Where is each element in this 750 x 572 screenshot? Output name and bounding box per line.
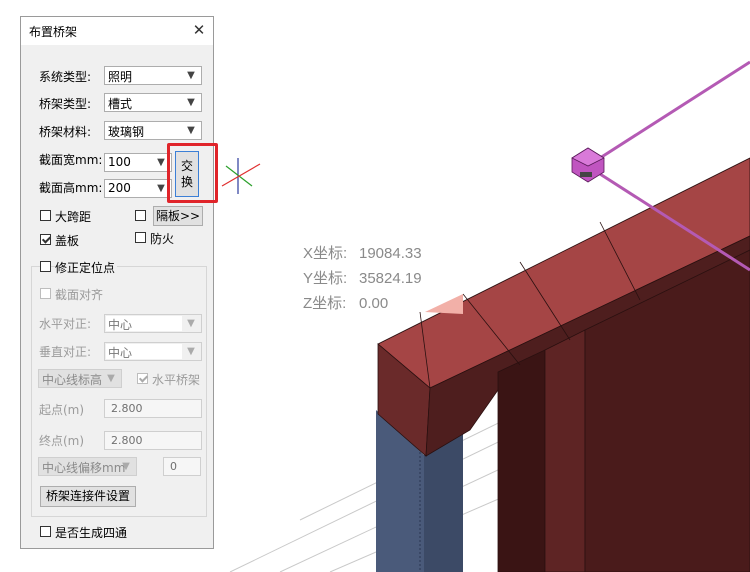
chevron-down-icon: ▼ (122, 461, 130, 472)
cover-label: 盖板 (55, 234, 80, 248)
section-align-checkbox[interactable] (40, 288, 51, 299)
partition-button[interactable]: 隔板>> (153, 206, 203, 226)
section-width-value: 100 (108, 155, 131, 169)
cover-checkbox[interactable] (40, 234, 51, 245)
dialog-title: 布置桥架 (29, 25, 78, 39)
centerline-offset-value: 中心线偏移mm (42, 461, 126, 475)
z-coordinate-value: 0.00 (359, 295, 389, 312)
centerline-offset-input-value: 0 (170, 460, 177, 473)
end-point-value: 2.800 (111, 434, 143, 447)
vertical-align-value: 中心 (108, 346, 133, 360)
partition-checkbox[interactable] (135, 210, 146, 221)
tray-material-label: 桥架材料: (39, 125, 92, 139)
end-point-label: 终点(m) (39, 434, 85, 448)
centerline-elevation-select[interactable]: 中心线标高 ▼ (38, 369, 122, 388)
fireproof-label: 防火 (150, 232, 175, 246)
tray-material-value: 玻璃钢 (108, 125, 145, 139)
tray-material-select[interactable]: 玻璃钢 ▼ (104, 121, 202, 140)
x-coordinate-label: X坐标: (303, 245, 348, 262)
section-width-combo[interactable]: 100 ▼ (104, 153, 172, 172)
start-point-value: 2.800 (111, 402, 143, 415)
tray-type-value: 槽式 (108, 97, 133, 111)
large-span-label: 大跨距 (55, 210, 92, 224)
generate-cross-checkbox[interactable] (40, 526, 51, 537)
dialog-titlebar[interactable]: 布置桥架 ✕ (21, 17, 213, 45)
generate-cross-label: 是否生成四通 (55, 526, 128, 540)
y-coordinate-value: 35824.19 (359, 270, 422, 287)
start-point-label: 起点(m) (39, 403, 85, 417)
axis-gizmo (221, 158, 261, 194)
y-coordinate-label: Y坐标: (303, 270, 348, 287)
z-coordinate: Z坐标: 0.00 (303, 292, 388, 313)
vertical-align-label: 垂直对正: (39, 345, 92, 359)
chevron-down-icon: ▼ (187, 70, 195, 81)
fireproof-checkbox[interactable] (135, 232, 146, 243)
chevron-down-icon: ▼ (187, 346, 195, 357)
section-height-label: 截面高mm: (39, 181, 103, 195)
fix-position-label: 修正定位点 (55, 259, 118, 276)
tray-type-select[interactable]: 槽式 ▼ (104, 93, 202, 112)
system-type-label: 系统类型: (39, 70, 92, 84)
section-height-value: 200 (108, 181, 131, 195)
chevron-down-icon: ▼ (187, 125, 195, 136)
horizontal-align-select[interactable]: 中心 ▼ (104, 314, 202, 333)
chevron-down-icon: ▼ (107, 373, 115, 384)
tray-type-label: 桥架类型: (39, 97, 92, 111)
section-align-label: 截面对齐 (55, 288, 104, 302)
y-coordinate: Y坐标: 35824.19 (303, 267, 422, 288)
vertical-align-select[interactable]: 中心 ▼ (104, 342, 202, 361)
section-height-combo[interactable]: 200 ▼ (104, 179, 172, 198)
fix-position-group (31, 266, 207, 517)
large-span-checkbox[interactable] (40, 210, 51, 221)
system-type-select[interactable]: 照明 ▼ (104, 66, 202, 85)
z-coordinate-label: Z坐标: (303, 295, 347, 312)
section-width-label: 截面宽mm: (39, 153, 103, 167)
fix-position-checkbox[interactable] (40, 261, 51, 272)
centerline-elevation-value: 中心线标高 (42, 373, 103, 387)
horizontal-align-value: 中心 (108, 318, 133, 332)
x-coordinate-value: 19084.33 (359, 245, 422, 262)
horizontal-tray-label: 水平桥架 (152, 373, 201, 387)
end-point-input[interactable]: 2.800 (104, 431, 202, 450)
horizontal-tray-checkbox[interactable] (137, 373, 148, 384)
start-point-input[interactable]: 2.800 (104, 399, 202, 418)
x-coordinate: X坐标: 19084.33 (303, 242, 422, 263)
horizontal-align-label: 水平对正: (39, 317, 92, 331)
close-icon[interactable]: ✕ (189, 20, 209, 40)
connector-settings-button[interactable]: 桥架连接件设置 (40, 486, 136, 507)
place-tray-dialog: 布置桥架 ✕ 系统类型: 照明 ▼ 桥架类型: 槽式 ▼ 桥架材料: 玻璃钢 ▼… (20, 16, 214, 549)
chevron-down-icon: ▼ (187, 318, 195, 329)
system-type-value: 照明 (108, 70, 133, 84)
centerline-offset-input[interactable]: 0 (163, 457, 201, 476)
centerline-offset-select[interactable]: 中心线偏移mm ▼ (38, 457, 137, 476)
chevron-down-icon: ▼ (187, 97, 195, 108)
swap-button-highlight (167, 143, 218, 203)
